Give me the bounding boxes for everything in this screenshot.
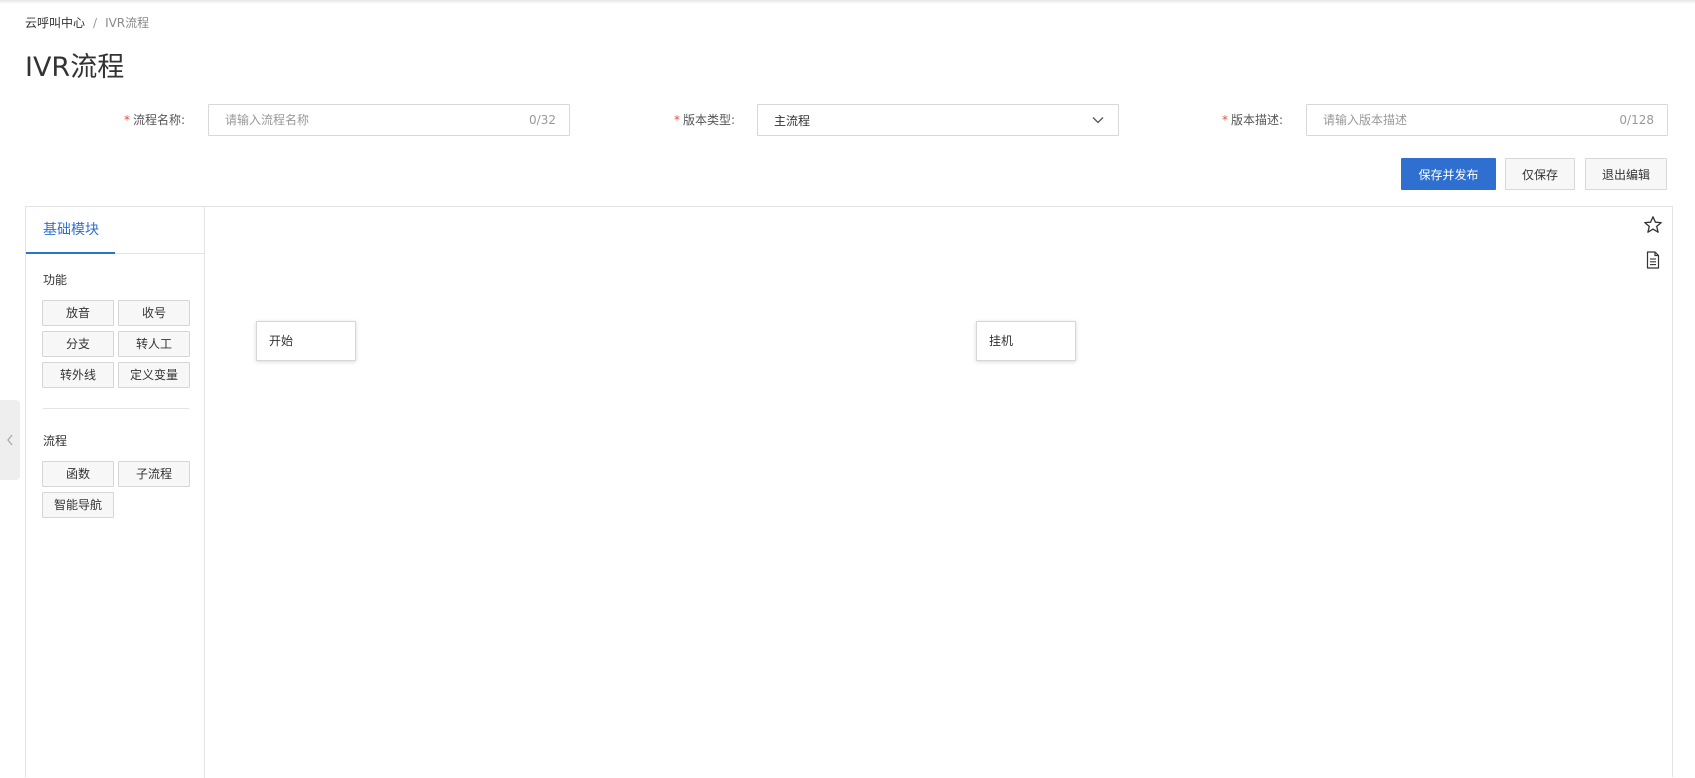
module-play-audio[interactable]: 放音 (42, 300, 114, 326)
module-function[interactable]: 函数 (42, 461, 114, 487)
star-icon[interactable] (1643, 215, 1663, 235)
flow-node-start[interactable]: 开始 (256, 321, 356, 361)
breadcrumb-root[interactable]: 云呼叫中心 (25, 15, 85, 31)
breadcrumb-current: IVR流程 (105, 16, 150, 30)
palette-divider (43, 408, 189, 409)
save-and-publish-button[interactable]: 保存并发布 (1401, 158, 1496, 190)
required-mark: * (673, 113, 680, 127)
version-desc-input[interactable] (1323, 113, 1620, 127)
save-only-button[interactable]: 仅保存 (1505, 158, 1575, 190)
required-mark: * (1221, 113, 1228, 127)
flow-editor-workspace: 基础模块 功能 放音 收号 分支 转人工 转外线 定义变量 流程 函数 子流程 … (25, 206, 1673, 778)
version-desc-field[interactable]: 0/128 (1306, 104, 1668, 136)
module-transfer-external[interactable]: 转外线 (42, 362, 114, 388)
top-shadow (0, 0, 1695, 4)
required-mark: * (123, 113, 130, 127)
module-smart-navigation[interactable]: 智能导航 (42, 492, 114, 518)
module-define-variable[interactable]: 定义变量 (118, 362, 190, 388)
flow-name-input[interactable] (225, 113, 530, 127)
flow-name-label: * 流程名称: (123, 113, 185, 127)
chevron-down-icon (1092, 117, 1104, 124)
version-type-select[interactable]: 主流程 (757, 104, 1119, 136)
palette-tabbar: 基础模块 (26, 207, 205, 254)
module-collect-digits[interactable]: 收号 (118, 300, 190, 326)
sidebar-collapse-handle[interactable] (0, 400, 20, 480)
breadcrumb-separator: / (93, 16, 98, 30)
module-subflow[interactable]: 子流程 (118, 461, 190, 487)
flow-canvas[interactable]: 开始 挂机 (206, 207, 1673, 778)
exit-edit-button[interactable]: 退出编辑 (1585, 158, 1667, 190)
module-branch[interactable]: 分支 (42, 331, 114, 357)
breadcrumb: 云呼叫中心 / IVR流程 (25, 15, 149, 31)
version-desc-label: * 版本描述: (1221, 113, 1283, 127)
version-type-value: 主流程 (774, 113, 811, 128)
version-desc-counter: 0/128 (1619, 113, 1654, 127)
tab-basic-modules[interactable]: 基础模块 (26, 207, 115, 254)
version-type-label: * 版本类型: (673, 113, 735, 127)
module-transfer-agent[interactable]: 转人工 (118, 331, 190, 357)
flow-node-hangup[interactable]: 挂机 (976, 321, 1076, 361)
flow-name-field[interactable]: 0/32 (208, 104, 570, 136)
chevron-left-icon (7, 434, 13, 446)
group-title-flow: 流程 (43, 434, 68, 448)
flow-name-counter: 0/32 (529, 113, 556, 127)
document-icon[interactable] (1643, 250, 1663, 270)
page-title: IVR流程 (25, 52, 125, 83)
module-palette: 基础模块 功能 放音 收号 分支 转人工 转外线 定义变量 流程 函数 子流程 … (26, 207, 205, 778)
group-title-function: 功能 (43, 273, 68, 287)
